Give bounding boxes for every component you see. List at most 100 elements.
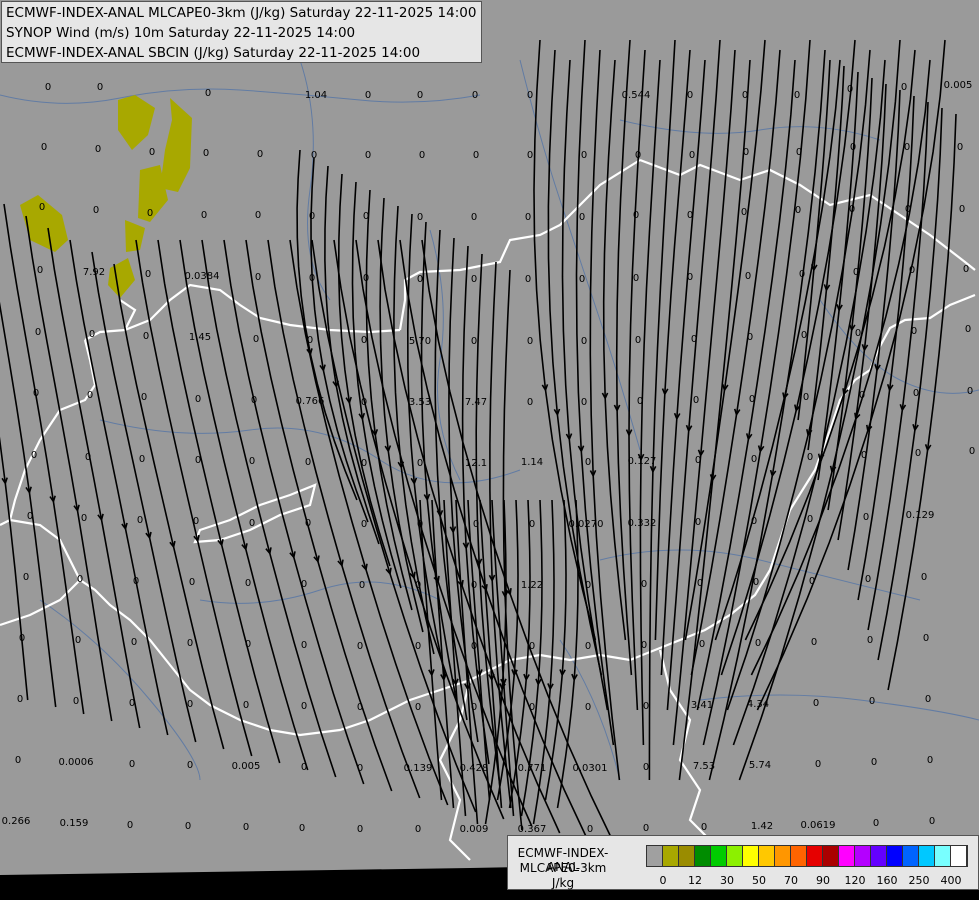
sbcin-value: 0: [145, 269, 151, 280]
sbcin-value: 0: [863, 512, 869, 523]
sbcin-value: 12.1: [465, 458, 487, 469]
sbcin-value: 0: [45, 82, 51, 93]
sbcin-value: 0: [923, 633, 929, 644]
sbcin-value: 0: [357, 702, 363, 713]
sbcin-value: 0: [799, 269, 805, 280]
sbcin-value: 0: [527, 397, 533, 408]
sbcin-value: 0: [301, 701, 307, 712]
sbcin-value: 0: [131, 637, 137, 648]
sbcin-value: 0.005: [944, 80, 973, 91]
legend-swatch: [871, 846, 887, 866]
sbcin-value: 0: [127, 820, 133, 831]
legend-swatch: [663, 846, 679, 866]
sbcin-value: 0.367: [518, 824, 547, 835]
sbcin-value: 0: [357, 763, 363, 774]
sbcin-value: 0: [929, 816, 935, 827]
sbcin-value: 0: [633, 210, 639, 221]
sbcin-value: 0: [927, 755, 933, 766]
sbcin-value: 0: [253, 334, 259, 345]
sbcin-value: 0: [133, 576, 139, 587]
sbcin-value: 0.009: [460, 824, 489, 835]
sbcin-value: 0: [811, 637, 817, 648]
sbcin-value: 0: [33, 388, 39, 399]
sbcin-value: 0: [471, 580, 477, 591]
sbcin-value: 0: [695, 517, 701, 528]
sbcin-value: 0: [301, 579, 307, 590]
sbcin-value: 0: [585, 457, 591, 468]
sbcin-value: 0: [139, 454, 145, 465]
sbcin-value: 4.34: [747, 699, 769, 710]
legend-swatch: [855, 846, 871, 866]
sbcin-value: 0.0270: [569, 519, 604, 530]
sbcin-value: 0: [357, 641, 363, 652]
sbcin-value: 0: [794, 90, 800, 101]
legend-swatch: [743, 846, 759, 866]
sbcin-value: 0: [967, 386, 973, 397]
sbcin-value: 0: [255, 210, 261, 221]
legend-swatch: [935, 846, 951, 866]
sbcin-value: 0: [307, 335, 313, 346]
sbcin-value: 0: [75, 635, 81, 646]
sbcin-value: 0: [203, 148, 209, 159]
sbcin-value: 0: [363, 273, 369, 284]
sbcin-value: 0: [89, 329, 95, 340]
legend-swatch: [903, 846, 919, 866]
sbcin-value: 0: [850, 142, 856, 153]
sbcin-value: 0: [249, 518, 255, 529]
sbcin-value: 1.22: [521, 580, 543, 591]
sbcin-value: 5.70: [409, 336, 431, 347]
sbcin-value: 0: [137, 515, 143, 526]
sbcin-value: 7.92: [83, 267, 105, 278]
legend-swatch: [695, 846, 711, 866]
legend-box: ECMWF-INDEX-ANAL MLCAPE0-3km J/kg 0 12 30 5…: [507, 835, 979, 890]
sbcin-value: 0: [691, 334, 697, 345]
sbcin-value: 0: [871, 757, 877, 768]
sbcin-value: 0: [741, 207, 747, 218]
legend-swatch: [823, 846, 839, 866]
legend-swatch: [919, 846, 935, 866]
sbcin-value: 0: [15, 755, 21, 766]
sbcin-value: 0: [309, 211, 315, 222]
legend-swatch: [647, 846, 663, 866]
sbcin-value: 0: [579, 274, 585, 285]
sbcin-value: 0: [243, 700, 249, 711]
sbcin-value: 0: [473, 150, 479, 161]
sbcin-value: 0: [742, 90, 748, 101]
sbcin-value: 0: [813, 698, 819, 709]
sbcin-value: 0: [581, 150, 587, 161]
sbcin-value: 0: [419, 150, 425, 161]
sbcin-value: 0: [257, 149, 263, 160]
legend-tick-label: 90: [816, 874, 830, 887]
sbcin-value: 0.544: [622, 90, 651, 101]
sbcin-value: 0: [743, 147, 749, 158]
sbcin-value: 0: [525, 212, 531, 223]
sbcin-value: 0: [95, 144, 101, 155]
legend-tick-label: 12: [688, 874, 702, 887]
legend-swatch: [887, 846, 903, 866]
sbcin-value: 0: [471, 702, 477, 713]
sbcin-value: 0: [745, 271, 751, 282]
sbcin-value: 0: [853, 267, 859, 278]
legend-tick-label: 30: [720, 874, 734, 887]
sbcin-value: 0: [97, 82, 103, 93]
legend-tick-label: 50: [752, 874, 766, 887]
sbcin-value: 3.41: [691, 700, 713, 711]
sbcin-value: 0: [803, 392, 809, 403]
sbcin-value: 0: [23, 572, 29, 583]
sbcin-value: 0: [243, 822, 249, 833]
sbcin-value: 0: [471, 641, 477, 652]
sbcin-value: 0: [205, 88, 211, 99]
legend-swatch: [759, 846, 775, 866]
sbcin-value: 0: [299, 823, 305, 834]
sbcin-value: 0: [869, 696, 875, 707]
sbcin-value: 0: [689, 150, 695, 161]
sbcin-value: 0: [801, 330, 807, 341]
sbcin-value: 0: [751, 516, 757, 527]
sbcin-value: 0: [251, 395, 257, 406]
sbcin-value: 0: [585, 641, 591, 652]
sbcin-value: 0: [809, 576, 815, 587]
legend-colorbar: [646, 845, 968, 867]
sbcin-value: 0: [309, 273, 315, 284]
sbcin-value: 0: [965, 324, 971, 335]
sbcin-value: 0: [641, 640, 647, 651]
